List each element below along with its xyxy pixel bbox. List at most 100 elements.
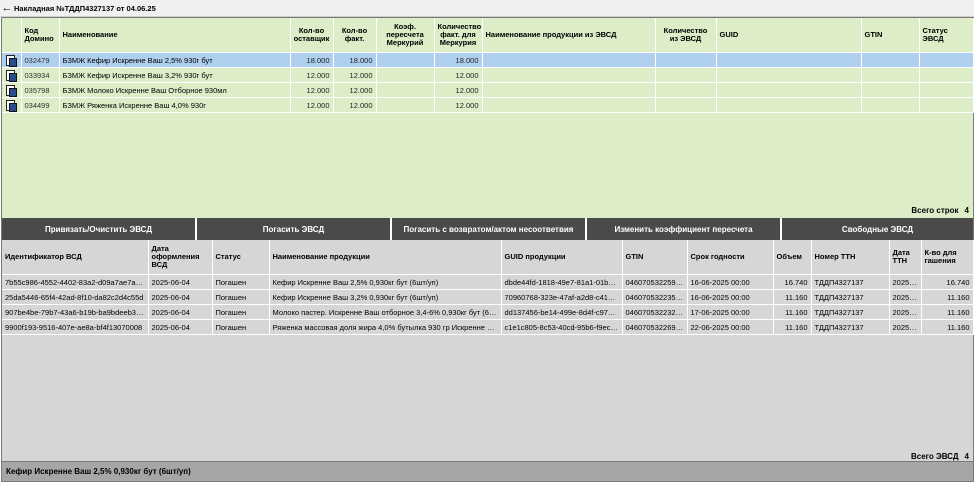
table-row[interactable]: 034499 БЗМЖ Ряженка Искренне Ваш 4,0% 93…	[2, 97, 974, 113]
cell-vsd-id: 7b55c986-4552-4402-83a2-d09a7ae7a6b0	[2, 274, 149, 290]
col-header-qty-supplier[interactable]: Кол-во оставщик	[290, 18, 334, 53]
cell-qty-fact[interactable]: 12.000	[333, 97, 377, 113]
cell-expiry: 16-06-2025 00:00	[687, 274, 774, 290]
cell-qty-fact[interactable]: 18.000	[333, 52, 377, 68]
cell-code: 032479	[21, 52, 60, 68]
cell-vsd-id: 9900f193-9516-407e-ae8a-bf4f13070008	[2, 319, 149, 335]
table-row[interactable]: 032479 БЗМЖ Кефир Искренне Ваш 2,5% 930г…	[2, 52, 974, 68]
cell-evsd-qty	[655, 52, 717, 68]
cell-evsd-name	[482, 82, 656, 98]
cell-gtin: 04607053225952	[622, 274, 688, 290]
col-header-ttn-date[interactable]: Дата ТТН	[889, 240, 922, 275]
col-header-vsd-date[interactable]: Дата оформления ВСД	[148, 240, 213, 275]
cell-vsd-id: 907be4be-79b7-43a6-b19b-ba9bdeeb3971	[2, 304, 149, 320]
cell-qty-supplier: 18.000	[290, 52, 334, 68]
row-doc-icon[interactable]	[2, 67, 22, 83]
col-header-status[interactable]: Статус	[212, 240, 270, 275]
table-row[interactable]: 25da5446-65f4-42ad-8f10-da82c2d4c55d 202…	[2, 289, 974, 305]
free-evsd-button[interactable]: Свободные ЭВСД	[782, 218, 973, 240]
cell-vsd-date: 2025-06-04	[148, 304, 213, 320]
table-row[interactable]: 035798 БЗМЖ Молоко Искренне Ваш Отборное…	[2, 82, 974, 98]
col-header-coef[interactable]: Коэф. пересчета Меркурий	[376, 18, 435, 53]
cell-expiry: 17-06-2025 00:00	[687, 304, 774, 320]
col-header-evsd-qty[interactable]: Количество из ЭВСД	[655, 18, 717, 53]
col-header-volume[interactable]: Объем	[773, 240, 812, 275]
main-frame: Код Домино Наименование Кол-во оставщик …	[1, 17, 974, 482]
cell-volume: 11.160	[773, 289, 812, 305]
col-header-status[interactable]: Статус ЭВСД	[919, 18, 974, 53]
cell-status	[919, 52, 974, 68]
cell-qty-fact[interactable]: 12.000	[333, 82, 377, 98]
col-header-gtin[interactable]: GTIN	[861, 18, 920, 53]
cell-qty-merc: 12.000	[434, 67, 483, 83]
cell-vsd-date: 2025-06-04	[148, 289, 213, 305]
table-row[interactable]: 9900f193-9516-407e-ae8a-bf4f13070008 202…	[2, 319, 974, 335]
change-coef-button[interactable]: Изменить коэффициент пересчета	[587, 218, 782, 240]
col-header-gtin[interactable]: GTIN	[622, 240, 688, 275]
cell-status	[919, 67, 974, 83]
cell-redeem-qty: 16.740	[921, 274, 974, 290]
col-header-qty-merc[interactable]: Количество факт. для Меркурия	[434, 18, 483, 53]
cell-product-name: Ряженка массовая доля жира 4,0% бутылка …	[269, 319, 502, 335]
cell-gtin	[861, 82, 920, 98]
cell-product-guid: dd137456-be14-499e-8d4f-c97ef…	[501, 304, 623, 320]
back-arrow-icon[interactable]: ←	[0, 0, 14, 16]
cell-coef	[376, 67, 435, 83]
col-header-guid[interactable]: GUID	[716, 18, 862, 53]
col-header-expiry[interactable]: Срок годности	[687, 240, 774, 275]
redeem-evsd-button[interactable]: Погасить ЭВСД	[197, 218, 392, 240]
cell-coef	[376, 52, 435, 68]
cell-expiry: 22-06-2025 00:00	[687, 319, 774, 335]
row-doc-icon[interactable]	[2, 82, 22, 98]
cell-volume: 11.160	[773, 319, 812, 335]
status-bar: Кефир Искренне Ваш 2,5% 0,930кг бут (6шт…	[2, 461, 973, 481]
col-header-qty-fact[interactable]: Кол-во факт.	[333, 18, 377, 53]
evsd-area: Идентификатор ВСД Дата оформления ВСД Ст…	[2, 240, 974, 461]
cell-gtin	[861, 97, 920, 113]
cell-qty-fact[interactable]: 12.000	[333, 67, 377, 83]
total-rows-label: Всего строк	[911, 206, 959, 215]
col-header-product-guid[interactable]: GUID продукции	[501, 240, 623, 275]
cell-vsd-id: 25da5446-65f4-42ad-8f10-da82c2d4c55d	[2, 289, 149, 305]
cell-ttn-date: 2025-…	[889, 304, 922, 320]
col-header-vsd-id[interactable]: Идентификатор ВСД	[2, 240, 149, 275]
table-row[interactable]: 7b55c986-4552-4402-83a2-d09a7ae7a6b0 202…	[2, 274, 974, 290]
cell-gtin	[861, 52, 920, 68]
cell-code: 034499	[21, 97, 60, 113]
cell-qty-merc: 12.000	[434, 97, 483, 113]
cell-name: БЗМЖ Кефир Искренне Ваш 2,5% 930г бут	[59, 52, 291, 68]
window-title: Накладная №ТДДП4327137 от 04.06.25	[14, 3, 156, 13]
cell-qty-supplier: 12.000	[290, 67, 334, 83]
cell-guid	[716, 97, 862, 113]
cell-status	[919, 82, 974, 98]
cell-gtin: 04607053226959	[622, 319, 688, 335]
cell-status: Погашен	[212, 274, 270, 290]
col-header-ttn-number[interactable]: Номер ТТН	[811, 240, 890, 275]
cell-evsd-name	[482, 52, 656, 68]
cell-evsd-qty	[655, 82, 717, 98]
col-header-code[interactable]: Код Домино	[21, 18, 60, 53]
invoice-lines-grid: Код Домино Наименование Кол-во оставщик …	[2, 18, 974, 113]
cell-guid	[716, 52, 862, 68]
col-header-evsd-name[interactable]: Наименование продукции из ЭВСД	[482, 18, 656, 53]
col-header-product-name[interactable]: Наименование продукции	[269, 240, 502, 275]
row-doc-icon[interactable]	[2, 97, 22, 113]
cell-ttn-date: 2025-…	[889, 289, 922, 305]
cell-status: Погашен	[212, 319, 270, 335]
table-row[interactable]: 907be4be-79b7-43a6-b19b-ba9bdeeb3971 202…	[2, 304, 974, 320]
redeem-with-return-button[interactable]: Погасить с возвратом/актом несоответвия	[392, 218, 587, 240]
cell-ttn-date: 2025-…	[889, 319, 922, 335]
bind-clear-evsd-button[interactable]: Привязать/Очистить ЭВСД	[2, 218, 197, 240]
cell-evsd-qty	[655, 67, 717, 83]
total-evsd-value: 4	[964, 452, 969, 461]
cell-volume: 16.740	[773, 274, 812, 290]
cell-ttn-number: ТДДП4327137	[811, 304, 890, 320]
col-header-redeem-qty[interactable]: К-во для гашения	[921, 240, 974, 275]
col-header-name[interactable]: Наименование	[59, 18, 291, 53]
cell-ttn-number: ТДДП4327137	[811, 289, 890, 305]
row-doc-icon[interactable]	[2, 52, 22, 68]
table-row[interactable]: 033934 БЗМЖ Кефир Искренне Ваш 3,2% 930г…	[2, 67, 974, 83]
action-button-bar: Привязать/Очистить ЭВСД Погасить ЭВСД По…	[2, 218, 973, 240]
cell-status	[919, 97, 974, 113]
cell-evsd-name	[482, 67, 656, 83]
